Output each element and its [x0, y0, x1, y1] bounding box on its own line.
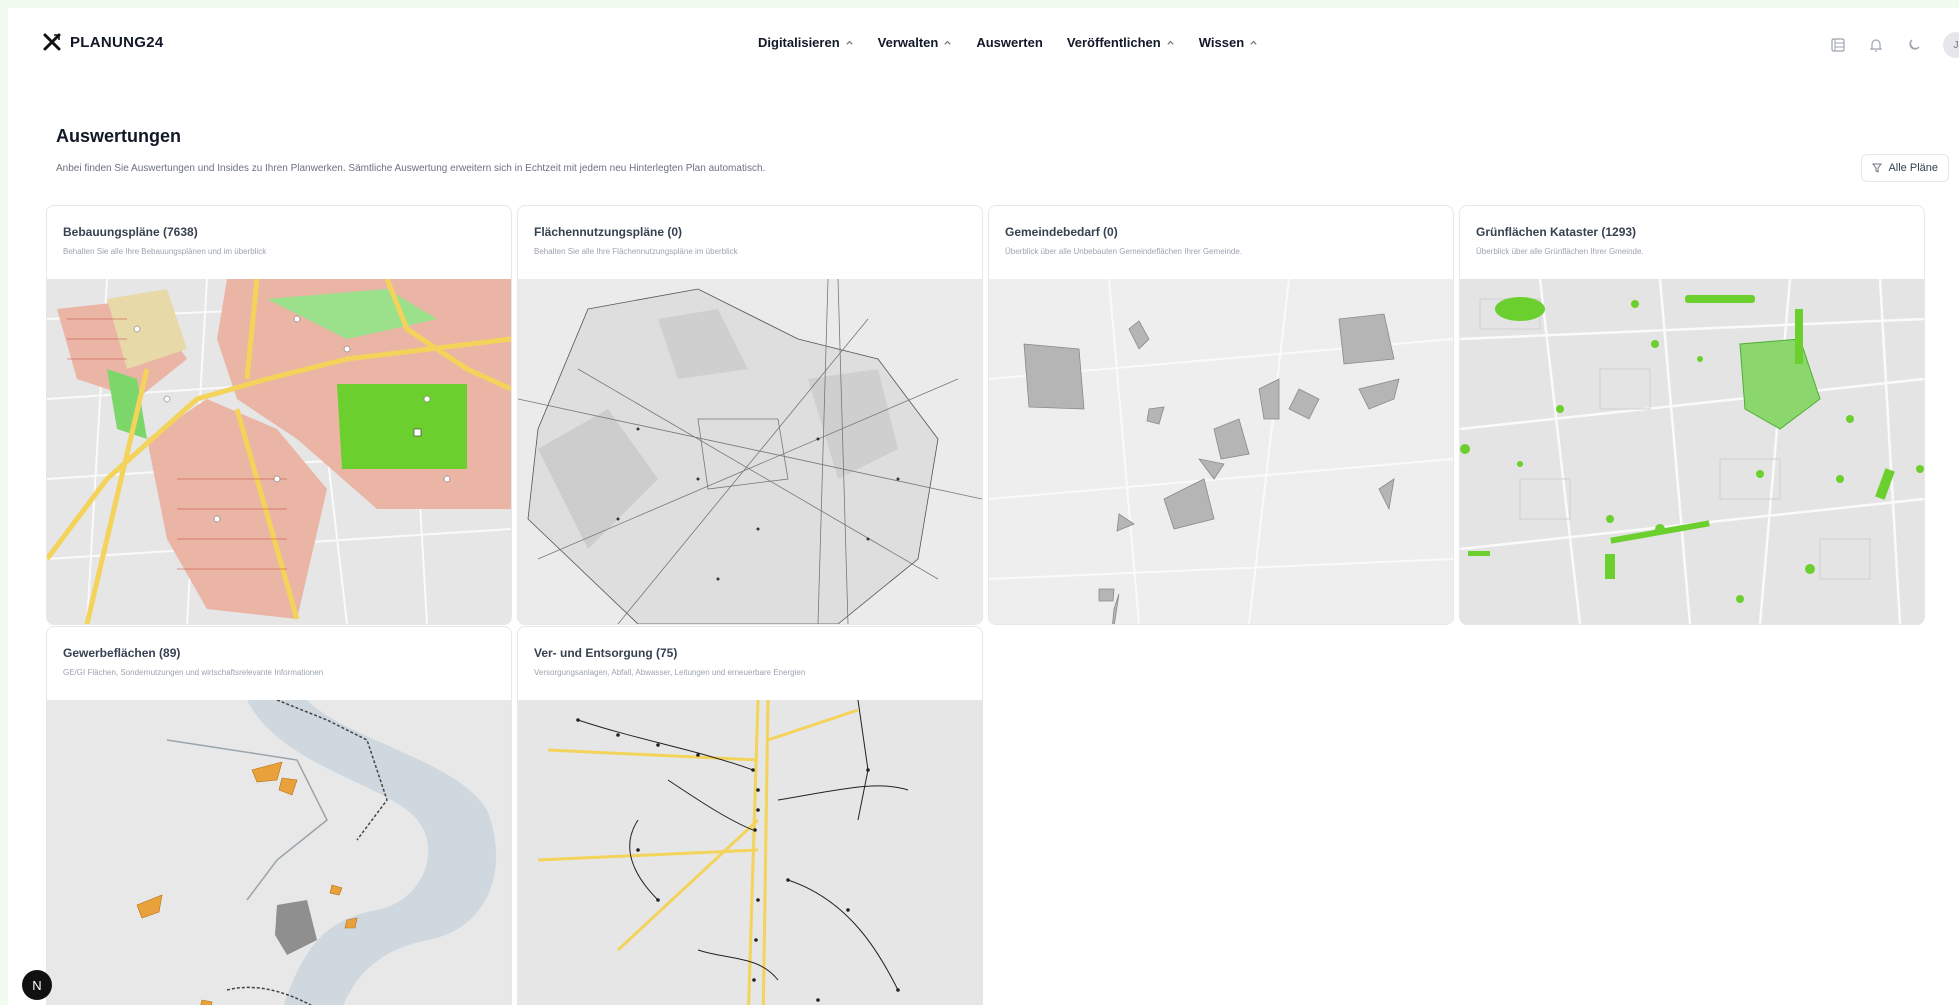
page-title: Auswertungen	[56, 126, 182, 146]
user-avatar[interactable]: J	[1943, 32, 1959, 58]
chevron-up-icon	[944, 40, 951, 45]
main-nav: Digitalisieren Verwalten Auswerten Veröf…	[758, 35, 1282, 50]
header-actions: J	[1829, 32, 1959, 58]
nav-wissen[interactable]: Wissen	[1199, 35, 1258, 50]
nav-label: Wissen	[1198, 35, 1245, 50]
chevron-up-icon	[1167, 40, 1174, 45]
nav-verwalten[interactable]: Verwalten	[878, 35, 953, 50]
card-title: Ver- und Entsorgung (75)	[534, 646, 678, 660]
card-subtitle: Behalten Sie alle Ihre Bebauungsplänen u…	[63, 247, 267, 256]
n-badge[interactable]: N	[22, 970, 52, 1000]
map-preview-gemeinde	[989, 279, 1453, 624]
theme-toggle-icon[interactable]	[1905, 36, 1923, 54]
nav-label: Digitalisieren	[758, 35, 840, 50]
page-description: Anbei finden Sie Auswertungen und Inside…	[56, 163, 766, 174]
card-flaechennutzungsplaene[interactable]: Flächennutzungspläne (0) Behalten Sie al…	[517, 205, 983, 625]
card-ver-und-entsorgung[interactable]: Ver- und Entsorgung (75) Versorgungsanla…	[517, 626, 983, 1005]
bell-icon[interactable]	[1867, 36, 1885, 54]
brand-name: PLANUNG24	[70, 33, 164, 51]
map-preview-bebauung	[47, 279, 511, 624]
filter-label: Alle Pläne	[1888, 162, 1938, 174]
card-subtitle: GE/GI Flächen, Sondernutzungen und wirts…	[63, 668, 324, 677]
brand-logo[interactable]: PLANUNG24	[42, 32, 164, 52]
map-preview-gewerbe	[47, 700, 511, 1005]
card-subtitle: Überblick über alle Unbebauten Gemeindef…	[1005, 247, 1243, 256]
nav-label: Auswerten	[976, 35, 1043, 50]
top-navigation-bar: PLANUNG24 Digitalisieren Verwalten Auswe…	[8, 8, 1959, 80]
card-subtitle: Versorgungsanlagen, Abfall, Abwasser, Le…	[534, 668, 806, 677]
table-icon[interactable]	[1829, 36, 1847, 54]
chevron-up-icon	[846, 40, 853, 45]
nav-veroeffentlichen[interactable]: Veröffentlichen	[1067, 35, 1175, 50]
nav-auswerten[interactable]: Auswerten	[976, 35, 1042, 50]
logo-icon	[43, 33, 61, 51]
card-subtitle: Überblick über alle Grünflächen Ihrer Gm…	[1476, 247, 1644, 256]
card-subtitle: Behalten Sie alle Ihre Flächennutzungspl…	[534, 247, 738, 256]
nav-label: Veröffentlichen	[1066, 35, 1161, 50]
card-gruenflaechen-kataster[interactable]: Grünflächen Kataster (1293) Überblick üb…	[1459, 205, 1925, 625]
card-bebauungsplaene[interactable]: Bebauungspläne (7638) Behalten Sie alle …	[46, 205, 512, 625]
chevron-up-icon	[1250, 40, 1257, 45]
card-title: Grünflächen Kataster (1293)	[1476, 225, 1637, 239]
card-gemeindebedarf[interactable]: Gemeindebedarf (0) Überblick über alle U…	[988, 205, 1454, 625]
plan-filter-button[interactable]: Alle Pläne	[1861, 154, 1949, 182]
map-preview-versorgung	[518, 700, 982, 1005]
map-preview-gruen	[1460, 279, 1924, 624]
card-title: Flächennutzungspläne (0)	[534, 225, 683, 239]
card-title: Bebauungspläne (7638)	[63, 225, 198, 239]
nav-digitalisieren[interactable]: Digitalisieren	[758, 35, 854, 50]
map-preview-flaechen	[518, 279, 982, 624]
filter-icon	[1872, 163, 1883, 173]
card-gewerbeflaechen[interactable]: Gewerbeflächen (89) GE/GI Flächen, Sonde…	[46, 626, 512, 1005]
nav-label: Verwalten	[877, 35, 939, 50]
app-frame: PLANUNG24 Digitalisieren Verwalten Auswe…	[8, 8, 1959, 1005]
card-title: Gewerbeflächen (89)	[63, 646, 181, 660]
card-title: Gemeindebedarf (0)	[1005, 225, 1118, 239]
